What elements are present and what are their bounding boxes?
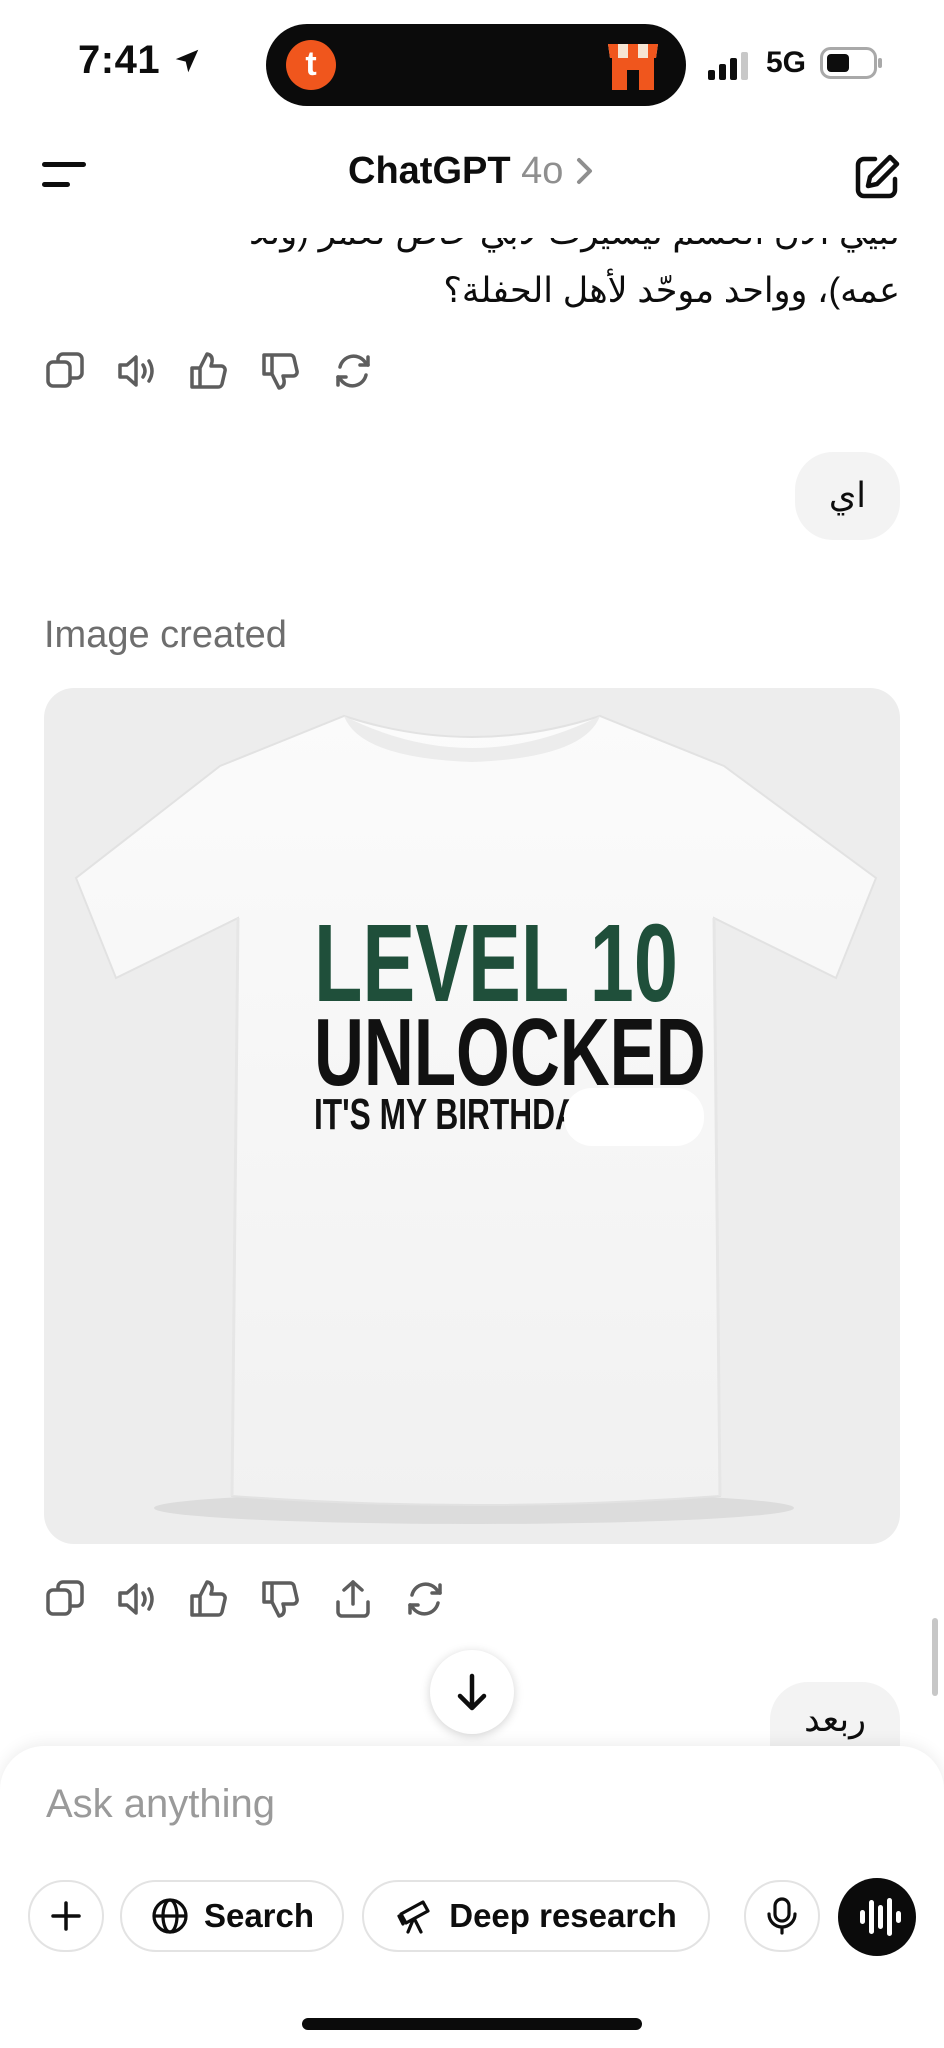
user-message: اي — [794, 452, 900, 540]
status-time: 7:41 — [78, 38, 161, 82]
app-title: ChatGPT — [348, 150, 511, 192]
thumbs-up-icon[interactable] — [188, 1578, 230, 1620]
model-label: 4o — [521, 150, 564, 192]
thumbs-down-icon[interactable] — [260, 1578, 302, 1620]
deep-research-button[interactable]: Deep research — [362, 1880, 710, 1952]
thumbs-down-icon[interactable] — [260, 350, 302, 392]
search-label: Search — [203, 1897, 315, 1934]
dictation-button[interactable] — [744, 1880, 820, 1952]
network-label: 5G — [766, 46, 807, 79]
copy-icon[interactable] — [44, 350, 86, 392]
telescope-icon — [397, 1900, 430, 1934]
voice-wave-icon — [860, 1898, 901, 1936]
model-selector[interactable]: ChatGPT 4o — [0, 150, 944, 193]
arrow-down-icon — [457, 1673, 487, 1711]
thumbs-up-icon[interactable] — [188, 350, 230, 392]
header-fade — [0, 210, 944, 238]
regenerate-icon[interactable] — [404, 1578, 446, 1620]
assistant-text-line: عمه)، وواحد موحّد لأهل الحفلة؟ — [443, 271, 900, 310]
signal-icon — [708, 52, 754, 80]
home-indicator — [302, 2018, 642, 2030]
voice-mode-button[interactable] — [838, 1878, 916, 1956]
image-actions — [44, 1578, 446, 1620]
mic-icon — [767, 1897, 797, 1935]
shop-icon[interactable] — [606, 36, 660, 94]
search-button[interactable]: Search — [120, 1880, 344, 1952]
scroll-to-bottom-button[interactable] — [430, 1650, 514, 1734]
edit-icon[interactable] — [852, 152, 902, 202]
message-input[interactable] — [46, 1782, 846, 1827]
redaction-mark — [564, 1088, 704, 1146]
globe-icon — [152, 1898, 188, 1934]
deep-research-label: Deep research — [449, 1897, 677, 1934]
island-app-icon[interactable]: t — [286, 40, 336, 90]
speaker-icon[interactable] — [116, 1578, 158, 1620]
speaker-icon[interactable] — [116, 350, 158, 392]
share-icon[interactable] — [332, 1578, 374, 1620]
copy-icon[interactable] — [44, 1578, 86, 1620]
location-arrow-icon — [172, 46, 202, 76]
add-attachment-button[interactable] — [28, 1880, 104, 1952]
generated-image[interactable]: LEVEL 10 UNLOCKED IT'S MY BIRTHDAY T — [44, 688, 900, 1544]
plus-icon — [51, 1901, 81, 1931]
image-created-label: Image created — [44, 614, 287, 656]
regenerate-icon[interactable] — [332, 350, 374, 392]
battery-icon — [820, 47, 884, 79]
scrollbar-thumb[interactable] — [932, 1618, 938, 1696]
shirt-tagline: IT'S MY BIRTHDAY T — [314, 1090, 624, 1139]
chevron-right-icon — [576, 158, 592, 184]
message-actions — [44, 350, 374, 392]
